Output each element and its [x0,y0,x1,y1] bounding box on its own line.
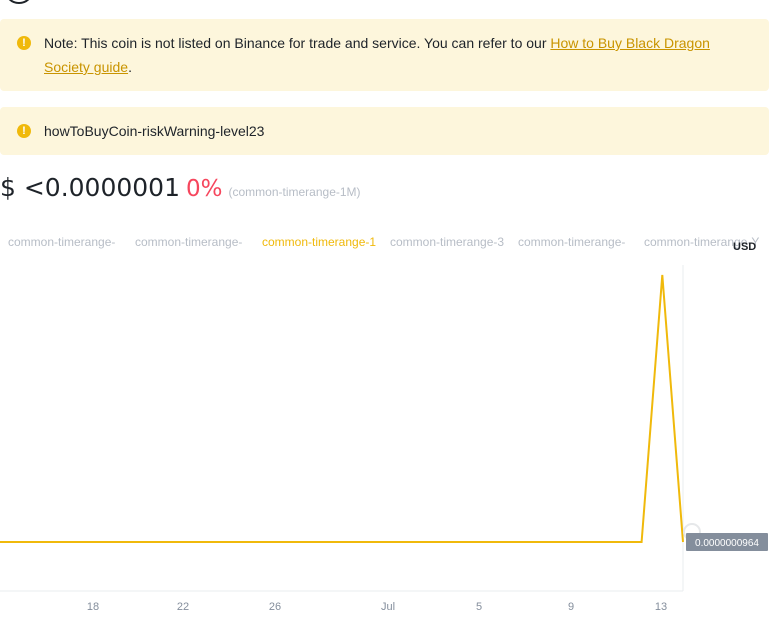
warning-icon: ! [17,124,31,138]
timerange-tab-4[interactable]: common-timerange-3 [390,235,506,249]
x-tick-label: 18 [87,601,99,613]
risk-warning-text: howToBuyCoin-riskWarning-level23 [44,123,265,139]
x-tick-label: 5 [476,601,482,613]
x-axis-ticks: 18 22 26 Jul 5 9 13 [87,601,667,613]
x-tick-label: 9 [568,601,574,613]
x-tick-label: Jul [381,601,395,613]
price-change: 0% [186,176,223,202]
timerange-tab-2[interactable]: common-timerange- [135,235,251,249]
timerange-tab-5[interactable]: common-timerange- [518,235,634,249]
notice-body: Note: This coin is not listed on Binance… [44,35,551,51]
not-listed-notice: ! Note: This coin is not listed on Binan… [0,19,769,91]
timerange-tabs: common-timerange- common-timerange- comm… [0,235,770,251]
x-tick-label: 22 [177,601,189,613]
x-tick-label: 26 [269,601,281,613]
notice-suffix: . [128,59,132,75]
last-value-label: 0.0000000964 [695,538,759,549]
price-summary: $ <0.0000001 0% (common-timerange-1M) [0,173,760,209]
header-strip [0,0,783,4]
series-layer [0,274,684,543]
x-tick-label: 13 [655,601,667,613]
price-line [0,274,684,543]
price-range-label: (common-timerange-1M) [228,185,361,199]
warning-icon: ! [17,36,31,50]
timerange-tab-1[interactable]: common-timerange- [8,235,124,249]
risk-warning-notice: ! howToBuyCoin-riskWarning-level23 [0,107,769,155]
coin-logo [4,0,34,4]
price-chart[interactable]: 18 22 26 Jul 5 9 13 0.0000000964 [0,255,783,619]
current-price: $ <0.0000001 [0,173,180,202]
timerange-tab-3[interactable]: common-timerange-1 [262,235,378,249]
last-value-tag: 0.0000000964 [686,533,768,551]
currency-label: USD [733,241,757,253]
notice-text: Note: This coin is not listed on Binance… [44,31,729,79]
